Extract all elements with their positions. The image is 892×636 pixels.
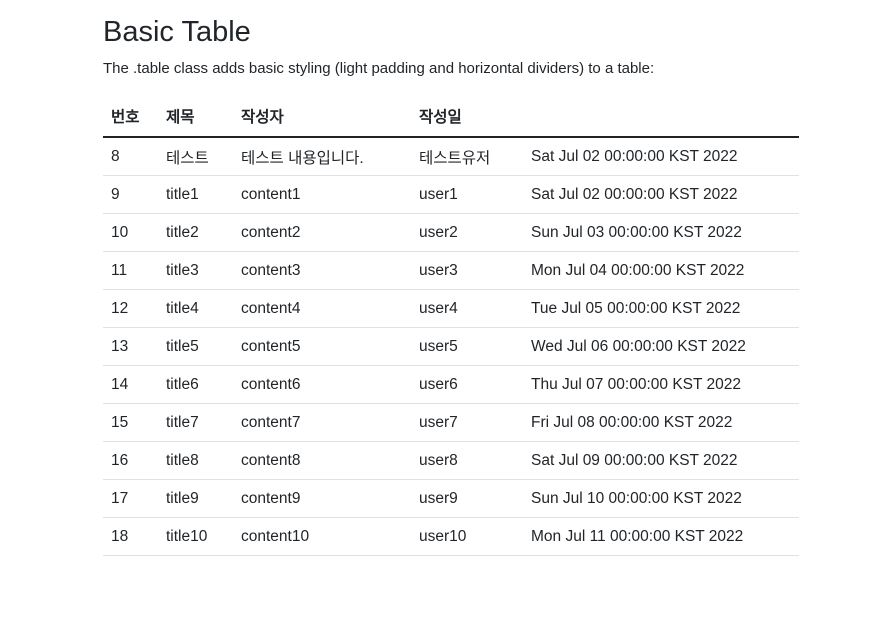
table-row: 11 title3 content3 user3 Mon Jul 04 00:00:00… <box>103 251 799 290</box>
cell-title: title4 <box>158 289 233 328</box>
cell-author: user4 <box>411 289 523 328</box>
cell-content: content10 <box>233 517 411 556</box>
page-title: Basic Table <box>103 16 251 48</box>
table-row: 12 title4 content4 user4 Tue Jul 05 00:00:00… <box>103 289 799 328</box>
cell-date: Sat Jul 02 00:00:00 KST 2022 <box>523 137 799 176</box>
header-author: 작성자 <box>233 96 411 138</box>
cell-title: title7 <box>158 403 233 442</box>
cell-date: Thu Jul 07 00:00:00 KST 2022 <box>523 365 799 404</box>
header-number: 번호 <box>103 96 158 138</box>
cell-content: content9 <box>233 479 411 518</box>
cell-title: title3 <box>158 251 233 290</box>
data-table: 번호 제목 작성자 작성일 8 테스트 테스트 내용입니다. 테스트유저 Sat Jul… <box>103 96 799 556</box>
cell-number: 12 <box>103 289 158 328</box>
table-row: 13 title5 content5 user5 Wed Jul 06 00:00:00… <box>103 327 799 366</box>
cell-title: title10 <box>158 517 233 556</box>
table-row: 18 title10 content10 user10 Mon Jul 11 00:00… <box>103 517 799 556</box>
cell-content: content1 <box>233 175 411 214</box>
table-row: 10 title2 content2 user2 Sun Jul 03 00:00:00… <box>103 213 799 252</box>
cell-number: 16 <box>103 441 158 480</box>
cell-date: Wed Jul 06 00:00:00 KST 2022 <box>523 327 799 366</box>
cell-author: user2 <box>411 213 523 252</box>
cell-title: title6 <box>158 365 233 404</box>
cell-content: content6 <box>233 365 411 404</box>
cell-title: title9 <box>158 479 233 518</box>
cell-content: content4 <box>233 289 411 328</box>
cell-content: content2 <box>233 213 411 252</box>
cell-date: Sat Jul 02 00:00:00 KST 2022 <box>523 175 799 214</box>
cell-number: 9 <box>103 175 158 214</box>
cell-content: 테스트 내용입니다. <box>233 137 411 176</box>
table-row: 8 테스트 테스트 내용입니다. 테스트유저 Sat Jul 02 00:00:00 K… <box>103 137 799 176</box>
header-title: 제목 <box>158 96 233 138</box>
cell-number: 13 <box>103 327 158 366</box>
header-row: 번호 제목 작성자 작성일 <box>103 96 799 138</box>
cell-title: title5 <box>158 327 233 366</box>
cell-number: 17 <box>103 479 158 518</box>
header-date: 작성일 <box>411 96 523 138</box>
content-container: Basic Table The .table class adds basic … <box>103 12 799 556</box>
cell-date: Fri Jul 08 00:00:00 KST 2022 <box>523 403 799 442</box>
cell-date: Sat Jul 09 00:00:00 KST 2022 <box>523 441 799 480</box>
page-description: The .table class adds basic styling (lig… <box>103 60 655 77</box>
cell-number: 11 <box>103 251 158 290</box>
table-row: 16 title8 content8 user8 Sat Jul 09 00:00:00… <box>103 441 799 480</box>
cell-author: user10 <box>411 517 523 556</box>
cell-title: title8 <box>158 441 233 480</box>
header-extra <box>523 96 799 138</box>
cell-date: Mon Jul 11 00:00:00 KST 2022 <box>523 517 799 556</box>
cell-author: user1 <box>411 175 523 214</box>
cell-title: title2 <box>158 213 233 252</box>
cell-number: 18 <box>103 517 158 556</box>
cell-author: user9 <box>411 479 523 518</box>
cell-number: 10 <box>103 213 158 252</box>
cell-number: 14 <box>103 365 158 404</box>
cell-number: 8 <box>103 137 158 176</box>
cell-author: user5 <box>411 327 523 366</box>
cell-content: content5 <box>233 327 411 366</box>
cell-content: content7 <box>233 403 411 442</box>
cell-content: content3 <box>233 251 411 290</box>
cell-author: user7 <box>411 403 523 442</box>
cell-title: title1 <box>158 175 233 214</box>
table-body: 8 테스트 테스트 내용입니다. 테스트유저 Sat Jul 02 00:00:00 K… <box>103 137 799 556</box>
table-row: 9 title1 content1 user1 Sat Jul 02 00:00:00 … <box>103 175 799 214</box>
cell-date: Sun Jul 10 00:00:00 KST 2022 <box>523 479 799 518</box>
cell-author: user3 <box>411 251 523 290</box>
table-row: 14 title6 content6 user6 Thu Jul 07 00:00:00… <box>103 365 799 404</box>
cell-author: user6 <box>411 365 523 404</box>
cell-author: 테스트유저 <box>411 137 523 176</box>
table-header: 번호 제목 작성자 작성일 <box>103 96 799 138</box>
table-row: 17 title9 content9 user9 Sun Jul 10 00:00:00… <box>103 479 799 518</box>
table-row: 15 title7 content7 user7 Fri Jul 08 00:00:00… <box>103 403 799 442</box>
cell-content: content8 <box>233 441 411 480</box>
cell-number: 15 <box>103 403 158 442</box>
cell-title: 테스트 <box>158 137 233 176</box>
cell-date: Mon Jul 04 00:00:00 KST 2022 <box>523 251 799 290</box>
cell-date: Sun Jul 03 00:00:00 KST 2022 <box>523 213 799 252</box>
cell-author: user8 <box>411 441 523 480</box>
cell-date: Tue Jul 05 00:00:00 KST 2022 <box>523 289 799 328</box>
